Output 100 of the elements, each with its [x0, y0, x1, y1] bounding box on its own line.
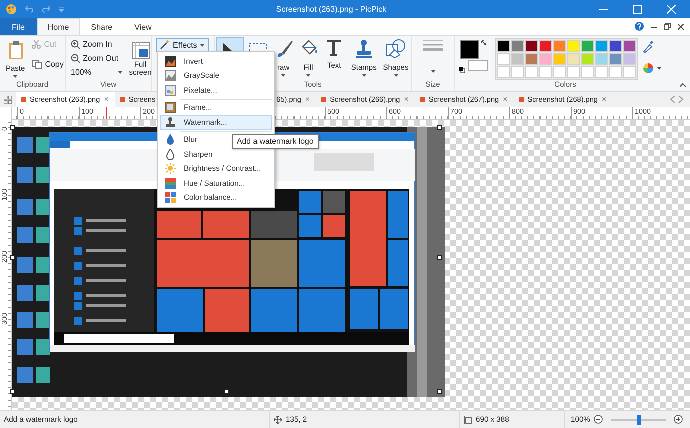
zoom-in-icon: [71, 40, 80, 49]
window-title: Screenshot (263).png - PicPick: [275, 4, 388, 14]
image-size-icon: [464, 416, 472, 424]
caret-icon: [362, 74, 367, 77]
caret-icon: [200, 44, 206, 46]
pixelate-effect-icon: [165, 84, 176, 96]
restore-icon: [664, 23, 671, 30]
caret-icon: [394, 74, 398, 77]
zoom-out-button[interactable]: [594, 415, 604, 424]
resize-handle[interactable]: [437, 389, 442, 394]
foreground-color-swatch[interactable]: [460, 40, 479, 59]
color-swatch[interactable]: [623, 53, 636, 65]
copy-button[interactable]: Copy: [30, 58, 66, 71]
color-swatch[interactable]: [525, 66, 538, 78]
caret-icon: [281, 74, 286, 77]
close-icon: [678, 24, 684, 30]
app-logo-icon: [6, 4, 17, 14]
ribbon-tab[interactable]: View: [124, 18, 163, 35]
color-swatch[interactable]: [567, 66, 580, 78]
file-menu-tab[interactable]: File: [0, 18, 37, 35]
color-swatch[interactable]: [525, 40, 538, 52]
resize-handle[interactable]: [10, 125, 15, 130]
color-swatch[interactable]: [497, 40, 510, 52]
close-tab-button[interactable]: ×: [404, 95, 409, 104]
resize-handle[interactable]: [10, 255, 15, 260]
slider-thumb[interactable]: [636, 414, 641, 424]
zoom-in-button[interactable]: [674, 415, 684, 424]
caret-icon: [430, 70, 436, 73]
ribbon-tab[interactable]: Share: [80, 18, 124, 35]
color-swatch[interactable]: [567, 53, 580, 65]
color-swatch[interactable]: [595, 40, 608, 52]
caret-icon: [13, 75, 18, 78]
color-swatch[interactable]: [539, 40, 552, 52]
stamp-icon: [355, 39, 374, 59]
color-swatch[interactable]: [567, 40, 580, 52]
reset-colors-icon: [459, 67, 465, 73]
customize-icon: [59, 6, 64, 12]
full-screen-icon: [132, 42, 150, 59]
frame-effect-icon: [165, 102, 176, 114]
color-picker-button[interactable]: [643, 63, 662, 74]
minus-icon: [594, 415, 604, 424]
color-swatch[interactable]: [539, 66, 552, 78]
resize-handle[interactable]: [224, 389, 229, 394]
close-tab-button[interactable]: ×: [503, 95, 508, 104]
collapse-ribbon-icon: [680, 83, 686, 87]
zoom-dropdown[interactable]: 100%: [69, 66, 125, 79]
scroll-right-icon: [678, 96, 684, 103]
color-swatch[interactable]: [609, 66, 622, 78]
zoom-out-button[interactable]: Zoom Out: [69, 52, 125, 65]
image-file-icon: [21, 97, 26, 102]
brightness-effect-icon: [165, 163, 176, 174]
color-swatch[interactable]: [609, 53, 622, 65]
image-file-icon: [518, 97, 524, 102]
balance-effect-icon: [165, 192, 176, 204]
close-tab-button[interactable]: ×: [104, 95, 109, 104]
resize-handle[interactable]: [10, 389, 15, 394]
color-swatch[interactable]: [511, 40, 524, 52]
color-swatch[interactable]: [553, 53, 566, 65]
text-tool-icon: [326, 39, 342, 57]
color-swatch[interactable]: [595, 66, 608, 78]
caret-icon: [118, 71, 123, 74]
color-swatch[interactable]: [497, 66, 510, 78]
color-swatch[interactable]: [553, 40, 566, 52]
effects-dropdown-button[interactable]: Effects: [156, 38, 210, 52]
close-tab-button[interactable]: ×: [602, 95, 607, 104]
color-swatch[interactable]: [581, 40, 594, 52]
color-swatch[interactable]: [581, 53, 594, 65]
image-file-icon: [420, 97, 425, 102]
watermark-effect-icon: [165, 116, 176, 128]
magic-wand-icon: [160, 40, 170, 50]
resize-handle[interactable]: [437, 255, 442, 260]
eyedropper-icon: [643, 41, 653, 53]
redo-icon: [42, 5, 51, 13]
clipboard-icon: [8, 40, 24, 60]
color-swatch[interactable]: [553, 66, 566, 78]
zoom-in-button[interactable]: Zoom In: [69, 38, 125, 51]
invert-effect-icon: [165, 56, 176, 67]
zoom-out-icon: [71, 54, 80, 63]
background-color-swatch[interactable]: [468, 60, 488, 71]
grayscale-effect-icon: [165, 70, 176, 82]
line-size-button[interactable]: [420, 38, 446, 75]
caret-icon: [306, 74, 311, 77]
color-swatch[interactable]: [581, 66, 594, 78]
color-swatch[interactable]: [539, 53, 552, 65]
resize-handle[interactable]: [437, 125, 442, 130]
color-swatch[interactable]: [497, 53, 510, 65]
color-swatch[interactable]: [609, 40, 622, 52]
shapes-icon: [386, 39, 406, 59]
hue-effect-icon: [165, 178, 176, 189]
color-swatch[interactable]: [623, 40, 636, 52]
ribbon-tab[interactable]: Home: [36, 18, 80, 35]
color-swatch[interactable]: [511, 66, 524, 78]
color-swatch[interactable]: [623, 66, 636, 78]
move-icon: [274, 416, 282, 424]
color-swatch[interactable]: [511, 53, 524, 65]
color-swatch[interactable]: [595, 53, 608, 65]
close-tab-button[interactable]: ×: [305, 95, 310, 104]
help-icon: [635, 22, 644, 31]
undo-icon: [25, 5, 34, 13]
color-swatch[interactable]: [525, 53, 538, 65]
